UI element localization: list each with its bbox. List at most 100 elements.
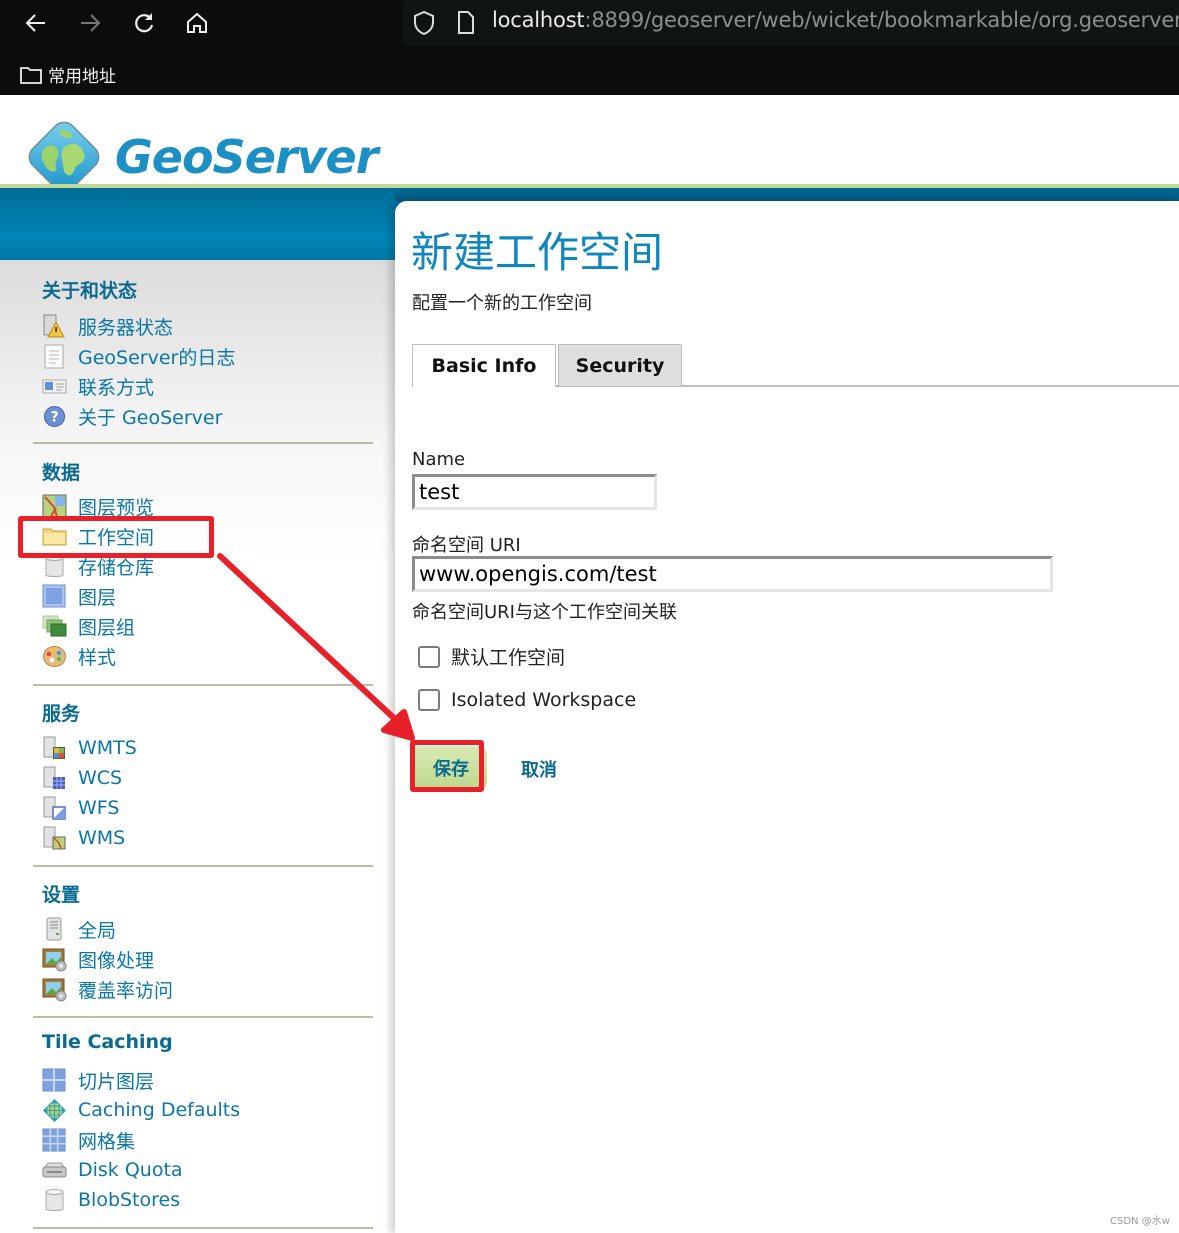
sidebar-item-server-status[interactable]: 服务器状态 xyxy=(42,312,173,340)
sidebar-item-styles[interactable]: 样式 xyxy=(42,642,116,670)
sidebar-item-label: 覆盖率访问 xyxy=(78,979,174,1002)
sidebar-section-title-services: 服务 xyxy=(42,703,81,725)
namespace-uri-input[interactable] xyxy=(412,556,1053,592)
page-icon xyxy=(458,11,474,34)
forward-button[interactable] xyxy=(75,8,105,38)
sidebar-item-label: Caching Defaults xyxy=(78,1099,241,1121)
home-icon xyxy=(187,12,207,33)
geoserver-header: GeoServer xyxy=(0,95,1179,193)
sidebar-item-layers[interactable]: 图层 xyxy=(42,582,116,610)
forward-icon xyxy=(81,14,101,32)
url-path: :8899/geoserver/web/wicket/bookmarkable/… xyxy=(584,8,1179,32)
isolated-workspace-label: Isolated Workspace xyxy=(451,689,637,711)
default-workspace-checkbox[interactable] xyxy=(418,645,440,668)
layer-group-icon xyxy=(42,614,67,639)
sidebar-item-about-geoserver[interactable]: ? 关于 GeoServer xyxy=(42,402,222,430)
content-panel: 新建工作空间 配置一个新的工作空间 Basic Info Security Na… xyxy=(395,201,1179,1233)
sidebar-item-disk-quota[interactable]: Disk Quota xyxy=(42,1156,183,1184)
wmts-service-icon xyxy=(42,736,67,761)
gridset-icon xyxy=(42,1128,67,1153)
sidebar-item-image-processing[interactable]: 图像处理 xyxy=(42,945,154,973)
page-description: 配置一个新的工作空间 xyxy=(412,293,592,314)
sidebar-item-label: Disk Quota xyxy=(78,1159,183,1181)
sidebar-item-label: 图层 xyxy=(78,586,117,609)
sidebar-divider xyxy=(33,684,373,686)
home-button[interactable] xyxy=(182,8,212,38)
sidebar-item-label: 样式 xyxy=(78,646,117,669)
sidebar-item-wfs[interactable]: WFS xyxy=(42,794,119,822)
isolated-workspace-checkbox[interactable] xyxy=(418,689,440,711)
help-icon: ? xyxy=(42,404,67,429)
sidebar-item-wcs[interactable]: WCS xyxy=(42,764,122,792)
svg-text:?: ? xyxy=(50,409,58,425)
geoserver-logo-text: GeoServer xyxy=(115,130,378,184)
tab-bar: Basic Info Security xyxy=(412,344,1179,387)
namespace-uri-label: 命名空间 URI xyxy=(412,535,521,556)
sidebar-item-layer-groups[interactable]: 图层组 xyxy=(42,612,135,640)
sidebar-item-contact[interactable]: 联系方式 xyxy=(42,372,154,400)
sidebar-item-caching-defaults[interactable]: Caching Defaults xyxy=(42,1096,240,1124)
url-host: localhost xyxy=(492,8,585,32)
sidebar-item-label: 网格集 xyxy=(78,1130,136,1153)
tab-basic-info[interactable]: Basic Info xyxy=(412,344,556,387)
bookmark-folder[interactable]: 常用地址 xyxy=(20,62,116,87)
disk-icon xyxy=(42,1158,67,1183)
sidebar-divider xyxy=(33,1016,373,1018)
sidebar-item-blobstores[interactable]: BlobStores xyxy=(42,1186,180,1214)
sidebar-item-wms[interactable]: WMS xyxy=(42,824,125,852)
server-icon xyxy=(42,917,67,942)
page-title: 新建工作空间 xyxy=(411,228,664,277)
sidebar-item-geoserver-log[interactable]: GeoServer的日志 xyxy=(42,342,235,370)
sidebar-item-label: WFS xyxy=(78,797,120,819)
isolated-workspace-option[interactable]: Isolated Workspace xyxy=(418,689,636,711)
map-preview-icon xyxy=(42,494,67,519)
shield-icon[interactable] xyxy=(412,10,436,36)
log-document-icon xyxy=(42,344,67,369)
blobstore-icon xyxy=(42,1188,67,1213)
wcs-service-icon xyxy=(42,766,67,791)
sidebar-item-label: 图层组 xyxy=(78,616,136,639)
sidebar: 关于和状态 服务器状态 GeoServer的日志 联系方式 ? 关于 GeoSe… xyxy=(0,260,395,1233)
palette-icon xyxy=(42,644,67,669)
sidebar-divider xyxy=(33,1227,373,1229)
reload-button[interactable] xyxy=(129,8,159,38)
sidebar-item-gridsets[interactable]: 网格集 xyxy=(42,1126,135,1154)
sidebar-item-label: WMTS xyxy=(78,737,137,759)
sidebar-item-label: 服务器状态 xyxy=(78,316,174,339)
sidebar-item-global[interactable]: 全局 xyxy=(42,915,116,943)
name-label: Name xyxy=(412,449,466,470)
name-input[interactable] xyxy=(412,474,657,510)
browser-toolbar: localhost:8899/geoserver/web/wicket/book… xyxy=(0,0,1179,95)
default-workspace-label: 默认工作空间 xyxy=(451,647,566,669)
url-text[interactable]: localhost:8899/geoserver/web/wicket/book… xyxy=(492,8,1179,32)
sidebar-section-title-about: 关于和状态 xyxy=(42,280,138,302)
wms-service-icon xyxy=(42,826,67,851)
sidebar-item-label: 图像处理 xyxy=(78,949,155,972)
folder-outline-icon xyxy=(20,66,42,84)
sidebar-item-label: 关于 GeoServer xyxy=(78,406,223,429)
sidebar-item-label: WMS xyxy=(78,827,126,849)
server-status-icon xyxy=(42,314,67,339)
sidebar-divider xyxy=(33,865,373,867)
sidebar-section-title-data: 数据 xyxy=(42,462,81,484)
sidebar-item-tile-layers[interactable]: 切片图层 xyxy=(42,1066,154,1094)
annotation-highlight-workspaces xyxy=(18,516,214,558)
sidebar-item-wmts[interactable]: WMTS xyxy=(42,734,137,762)
layer-icon xyxy=(42,584,67,609)
default-workspace-option[interactable]: 默认工作空间 xyxy=(418,643,565,670)
sidebar-divider xyxy=(33,442,373,444)
watermark: CSDN @水w xyxy=(1110,1216,1170,1227)
wfs-service-icon xyxy=(42,796,67,821)
globe-grid-icon xyxy=(42,1098,67,1123)
tile-layers-icon xyxy=(42,1068,67,1093)
tab-security[interactable]: Security xyxy=(558,344,682,386)
back-button[interactable] xyxy=(21,8,51,38)
sidebar-item-coverage-access[interactable]: 覆盖率访问 xyxy=(42,975,173,1003)
annotation-highlight-save xyxy=(410,740,484,792)
sidebar-item-label: 全局 xyxy=(78,919,117,942)
coverage-settings-icon xyxy=(42,977,67,1002)
image-settings-icon xyxy=(42,947,67,972)
sidebar-item-label: WCS xyxy=(78,767,123,789)
sidebar-item-label: GeoServer的日志 xyxy=(78,346,236,369)
cancel-link[interactable]: 取消 xyxy=(521,756,557,782)
